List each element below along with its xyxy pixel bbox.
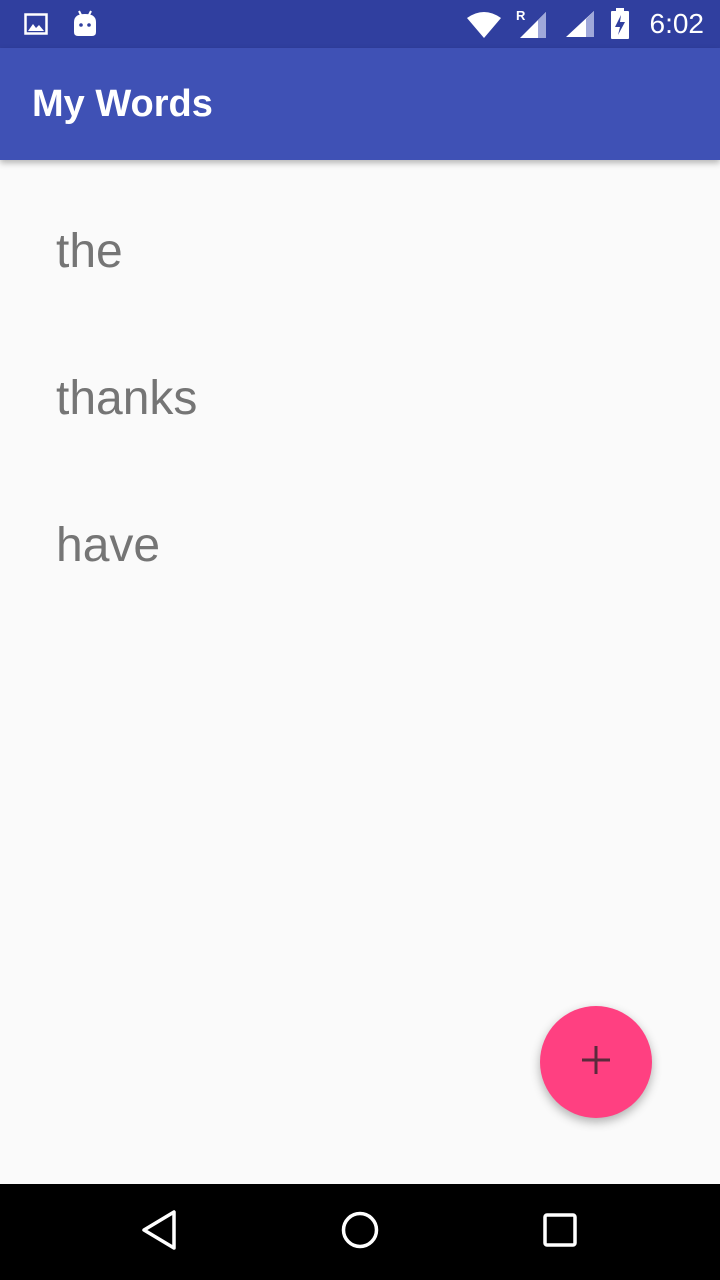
cell-signal-icon: [564, 9, 596, 39]
app-bar: My Words: [0, 48, 720, 160]
image-icon: [24, 12, 48, 36]
word-list-item[interactable]: have: [0, 454, 720, 601]
wifi-icon: [466, 10, 502, 38]
home-button[interactable]: [336, 1208, 384, 1256]
recents-icon: [542, 1212, 578, 1253]
plus-icon: [580, 1044, 612, 1081]
recents-button[interactable]: [536, 1208, 584, 1256]
home-icon: [340, 1210, 380, 1255]
roaming-label: R: [516, 8, 526, 23]
navigation-bar: [0, 1184, 720, 1280]
status-bar: R 6:02: [0, 0, 720, 48]
screen: R 6:02 My Words the thanks have: [0, 0, 720, 1280]
word-list-item[interactable]: the: [0, 160, 720, 307]
app-title: My Words: [32, 83, 213, 125]
android-icon: [72, 10, 98, 38]
back-icon: [140, 1209, 180, 1256]
word-list-item[interactable]: thanks: [0, 307, 720, 454]
cell-signal-roaming-icon: R: [516, 8, 550, 40]
back-button[interactable]: [136, 1208, 184, 1256]
system-icons: R 6:02: [466, 0, 705, 48]
battery-charging-icon: [610, 8, 630, 40]
add-word-button[interactable]: [540, 1006, 652, 1118]
notification-icons: [24, 10, 98, 38]
clock: 6:02: [649, 8, 705, 39]
word-list: the thanks have: [0, 160, 720, 601]
